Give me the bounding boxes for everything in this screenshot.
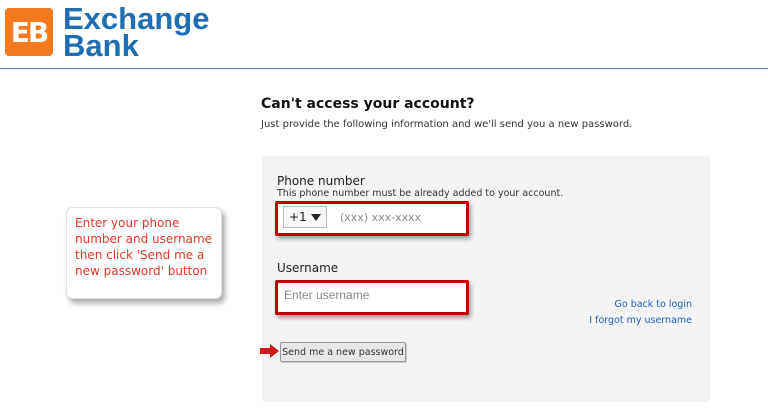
username-label: Username — [277, 261, 339, 275]
logo-name-line2: Bank — [63, 28, 139, 63]
back-to-login-link[interactable]: Go back to login — [615, 299, 693, 310]
page-title: Can't access your account? — [261, 96, 475, 112]
username-input[interactable] — [280, 284, 466, 306]
country-code-value: +1 — [289, 210, 307, 224]
phone-label: Phone number — [277, 174, 365, 188]
logo-badge-text: EB — [10, 15, 49, 49]
phone-input[interactable] — [334, 206, 470, 228]
country-code-select[interactable]: +1 — [283, 206, 327, 228]
red-arrow-icon — [260, 344, 279, 358]
dropdown-arrow-icon — [311, 213, 321, 221]
page-subtitle: Just provide the following information a… — [261, 119, 633, 130]
send-password-button[interactable]: Send me a new password — [280, 342, 406, 362]
callout-text: Enter your phone number and username the… — [75, 216, 213, 278]
bank-logo-name[interactable]: Exchange Bank — [63, 3, 209, 63]
phone-hint: This phone number must be already added … — [277, 188, 564, 199]
forgot-username-link[interactable]: I forgot my username — [589, 315, 692, 326]
site-header: EB Exchange Bank — [0, 0, 768, 69]
bank-logo-badge[interactable]: EB — [5, 8, 53, 56]
